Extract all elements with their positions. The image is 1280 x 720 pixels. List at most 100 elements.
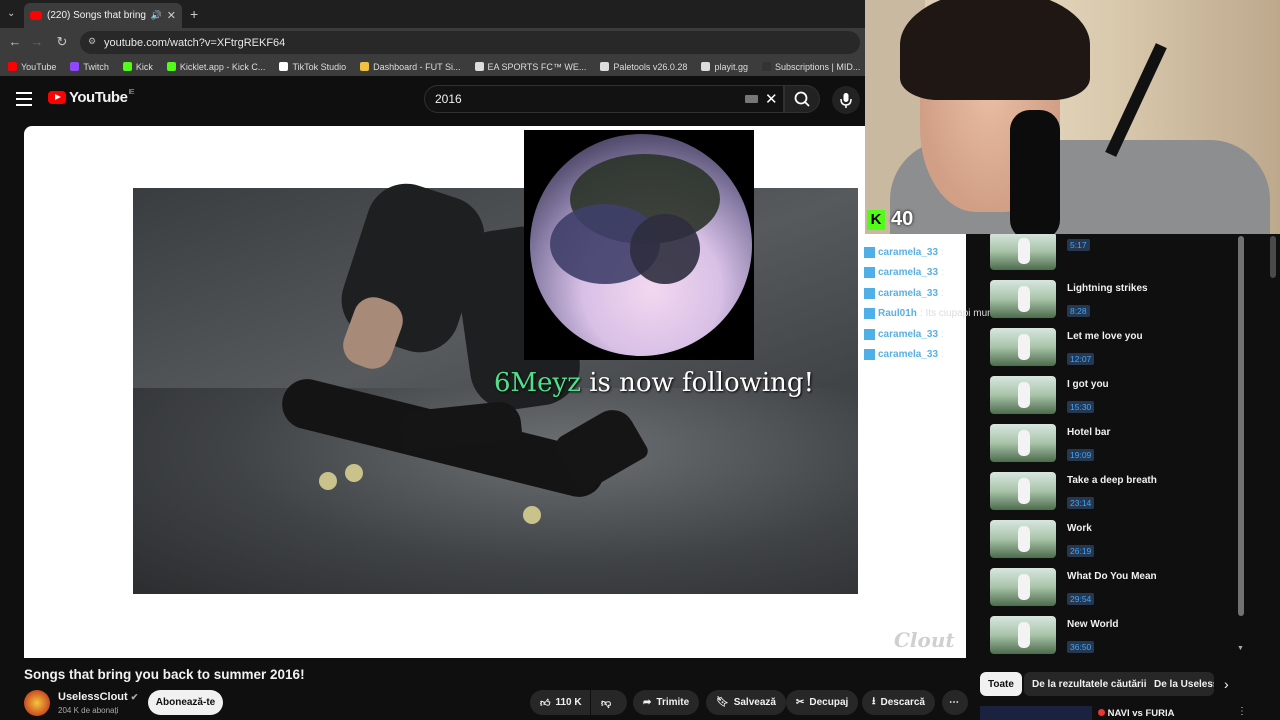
playlist-item-timestamp[interactable]: 12:07 [1067,353,1095,365]
bookmark-item[interactable]: Subscriptions | MID... [761,61,861,72]
new-tab-icon[interactable]: + [190,6,198,22]
follow-message: is now following! [589,368,815,398]
skateboard-wheel [345,464,363,482]
chat-username: caramela_33 [878,328,939,340]
bookmark-label: Kick [135,61,153,72]
chat-text: : [941,328,944,340]
kick-viewer-count: 40 [891,208,914,230]
address-bar[interactable]: ⚙ youtube.com/watch?v=XFtrgREKF64 [80,31,860,54]
forward-arrow-icon[interactable]: → [28,34,46,52]
next-video-menu-icon[interactable]: ⋮ [1237,706,1247,717]
share-button[interactable]: ➦ Trimite [633,690,700,715]
bookmark-icon: 🔖︎ [716,697,729,708]
chat-badge-icon [864,287,875,299]
playlist-item-timestamp[interactable]: 26:19 [1067,545,1095,557]
playlist-scrollbar[interactable] [1238,236,1244,616]
clear-search-icon[interactable]: ✕ [765,90,778,108]
site-info-icon[interactable]: ⚙ [88,36,96,47]
bookmark-item[interactable]: Kick [122,61,153,72]
chat-badge-icon [864,246,875,258]
verified-icon: ✔ [130,692,139,702]
playlist-item[interactable]: Work 26:19 [990,520,1240,564]
playlist-item[interactable]: Hotel bar 19:09 [990,424,1240,468]
playlist-item-timestamp[interactable]: 8:28 [1067,305,1090,317]
page-scrollbar[interactable] [1270,236,1276,278]
playlist-item[interactable]: Take a deep breath 23:14 [990,472,1240,516]
search-value: 2016 [435,92,462,106]
tab-list-chevron-icon[interactable]: ⌄ [7,8,15,19]
streamer-webcam [865,0,1280,234]
chip-from-channel[interactable]: De la Useless [1146,672,1214,696]
playlist-item-timestamp[interactable]: 15:30 [1067,401,1095,413]
playlist-item[interactable]: New World 36:50 [990,616,1240,654]
chat-badge-icon [864,349,875,361]
chat-username: Raul01h [878,308,917,320]
bookmarks-bar: YouTube Twitch Kick Kicklet.app - Kick C...… [0,57,948,76]
bookmark-label: Paletools v26.0.28 [613,61,688,72]
video-player[interactable]: 6Meyz is now following! Clout [24,126,966,658]
browser-tab-active[interactable]: (220) Songs that bring you 🔊 ✕ [24,3,182,28]
bookmark-item[interactable]: Twitch [70,62,109,72]
voice-search-button[interactable] [832,86,860,114]
playlist-item-timestamp[interactable]: 19:09 [1067,449,1095,461]
playlist-item-title: What Do You Mean [1067,571,1157,582]
bookmark-item[interactable]: Paletools v26.0.28 [600,62,687,72]
search-button[interactable] [784,85,820,113]
bookmark-item[interactable]: TikTok Studio [279,62,346,72]
menu-icon[interactable] [16,92,32,106]
bookmark-label: Subscriptions | MID... [774,61,861,72]
youtube-favicon-icon [30,11,42,20]
bookmark-item[interactable]: EA SPORTS FC™ WE... [474,62,586,72]
bookmark-favicon-icon [360,62,370,71]
playlist-item-timestamp[interactable]: 29:54 [1067,593,1095,605]
bookmark-favicon-icon [474,62,484,71]
playlist-item[interactable]: Lightning strikes 8:28 [990,280,1240,324]
playlist-item[interactable]: Let me love you 12:07 [990,328,1240,372]
chips-next-icon[interactable]: › [1224,676,1229,692]
speaker-icon[interactable]: 🔊 [151,10,162,21]
tab-close-icon[interactable]: ✕ [167,9,176,22]
bookmark-item[interactable]: Dashboard - FUT Si... [360,62,461,72]
bookmark-item[interactable]: Kicklet.app - Kick C... [166,62,265,72]
bookmark-favicon-icon [761,62,771,71]
save-button[interactable]: 🔖︎ Salvează [706,690,786,715]
like-button[interactable]: 👍︎ 110 K [530,690,590,715]
channel-name[interactable]: UselessClout ✔ [58,691,138,703]
more-icon: ⋯ [949,697,959,708]
logo-region: IE [128,89,135,96]
dislike-button[interactable]: 👎︎ [591,690,627,715]
download-button[interactable]: ⭳ Descarcă [862,690,935,715]
playlist-item[interactable]: What Do You Mean 29:54 [990,568,1240,612]
chat-text: : [941,246,944,258]
bookmark-item[interactable]: YouTube [8,62,56,72]
bookmark-label: YouTube [21,61,57,72]
thumbs-down-icon: 👎︎ [601,697,612,709]
playlist-item-title: Take a deep breath [1067,475,1157,486]
bookmark-favicon-icon [70,62,80,71]
next-video-thumbnail[interactable] [980,706,1092,720]
search-input[interactable]: 2016 ✕ [424,85,784,113]
clip-button[interactable]: ✂ Decupaj [786,690,859,715]
playlist-thumbnail [990,568,1056,606]
channel-watermark[interactable]: Clout [894,628,955,652]
playlist-item-timestamp[interactable]: 36:50 [1067,641,1095,653]
subscribe-button[interactable]: Abonează-te [148,690,223,715]
playlist-item-timestamp[interactable]: 23:14 [1067,497,1095,509]
playlist-item[interactable]: 5:17 [990,234,1240,276]
youtube-logo[interactable]: YouTube IE [48,89,135,106]
chip-all[interactable]: Toate [980,672,1022,696]
bookmark-label: TikTok Studio [292,61,347,72]
playlist-item-timestamp[interactable]: 5:17 [1067,239,1090,251]
bookmark-item[interactable]: playit.gg [701,62,748,72]
playlist-item[interactable]: I got you 15:30 [990,376,1240,420]
playlist-scroll-down-icon[interactable]: ▼ [1237,645,1244,652]
keyboard-icon[interactable] [745,95,758,103]
next-video-title[interactable]: NAVI vs FURIA [1098,708,1175,719]
reload-icon[interactable]: ↻ [53,34,71,52]
more-actions-button[interactable]: ⋯ [942,690,968,715]
chip-from-search[interactable]: De la rezultatele căutării [1024,672,1155,696]
playlist-item-title: Hotel bar [1067,427,1111,438]
channel-avatar[interactable] [24,690,50,716]
back-arrow-icon[interactable]: ← [6,34,24,52]
youtube-play-icon [48,91,66,104]
